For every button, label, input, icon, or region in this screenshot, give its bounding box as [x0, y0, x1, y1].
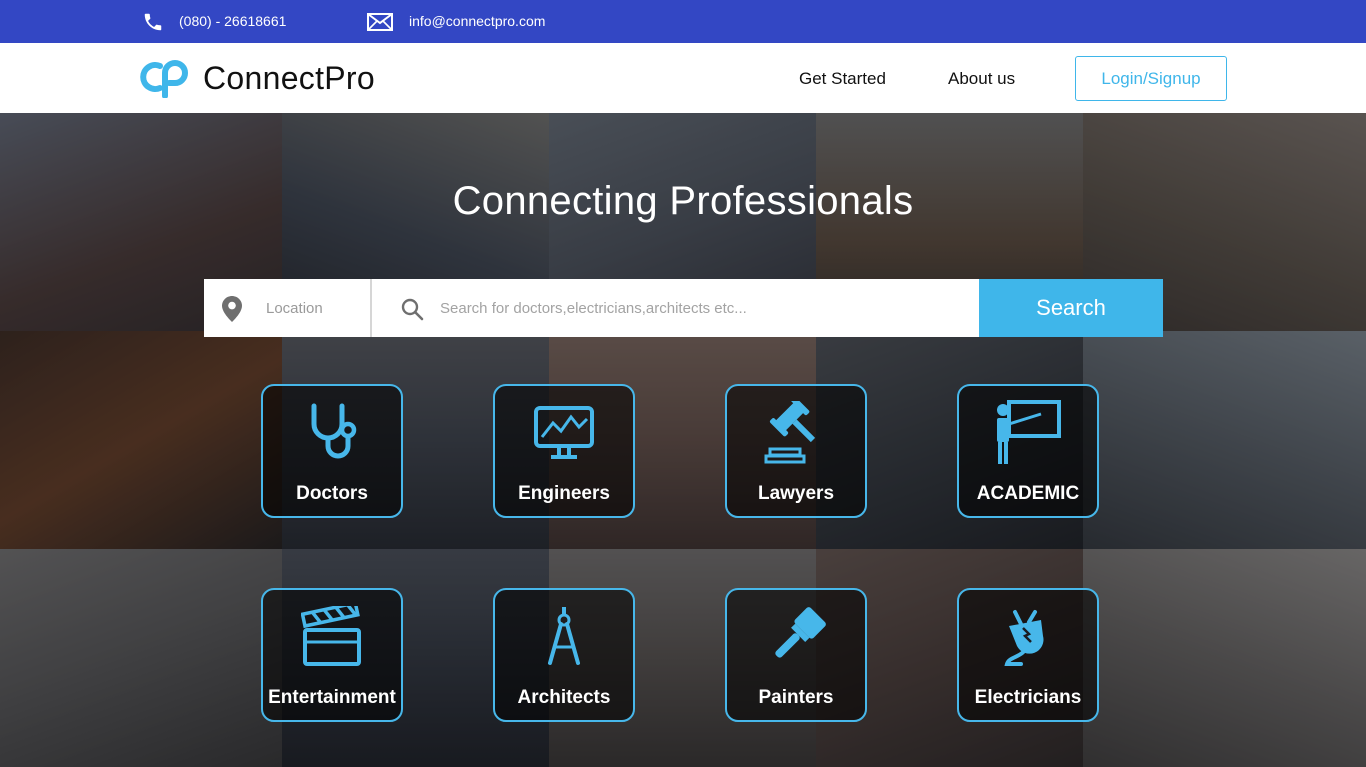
category-label: Engineers: [518, 483, 610, 504]
paintbrush-icon: [727, 604, 865, 670]
category-label: Doctors: [296, 483, 368, 504]
monitor-chart-icon: [495, 400, 633, 466]
teacher-board-icon: [959, 400, 1097, 466]
category-label: Electricians: [974, 687, 1082, 708]
category-card-academic[interactable]: ACADEMIC: [957, 384, 1099, 518]
site-header: ConnectPro Get Started About us Login/Si…: [0, 43, 1366, 113]
category-label: Entertainment: [268, 687, 396, 708]
hero-section: Connecting Professionals Search Doctors: [0, 113, 1366, 767]
search-field[interactable]: [372, 279, 992, 337]
category-label: Lawyers: [757, 483, 835, 504]
category-card-lawyers[interactable]: Lawyers: [725, 384, 867, 518]
email-address[interactable]: info@connectpro.com: [409, 13, 545, 29]
location-pin-icon: [222, 296, 242, 327]
plug-icon: [959, 604, 1097, 670]
location-field[interactable]: [204, 279, 388, 337]
category-card-entertainment[interactable]: Entertainment: [261, 588, 403, 722]
nav-get-started[interactable]: Get Started: [799, 69, 886, 89]
category-card-doctors[interactable]: Doctors: [261, 384, 403, 518]
brand-name[interactable]: ConnectPro: [203, 60, 375, 97]
hero-title: Connecting Professionals: [452, 179, 914, 223]
category-label: ACADEMIC: [976, 483, 1080, 504]
gavel-icon: [727, 400, 865, 466]
mail-icon: [367, 13, 393, 34]
category-card-engineers[interactable]: Engineers: [493, 384, 635, 518]
category-label: Architects: [517, 687, 611, 708]
search-button[interactable]: Search: [979, 279, 1163, 337]
phone-number: (080) - 26618661: [179, 13, 287, 29]
connectpro-logo-icon[interactable]: [138, 58, 188, 103]
nav-about-us[interactable]: About us: [948, 69, 1015, 89]
login-signup-button[interactable]: Login/Signup: [1075, 56, 1227, 101]
contact-bar: (080) - 26618661 info@connectpro.com: [0, 0, 1366, 43]
category-card-painters[interactable]: Painters: [725, 588, 867, 722]
clapperboard-icon: [263, 604, 401, 670]
search-input[interactable]: [428, 279, 992, 337]
category-card-architects[interactable]: Architects: [493, 588, 635, 722]
search-icon: [400, 297, 424, 326]
category-label: Painters: [758, 687, 834, 708]
stethoscope-icon: [263, 400, 401, 466]
phone-icon: [142, 11, 164, 36]
location-input[interactable]: [254, 279, 388, 337]
compass-icon: [495, 604, 633, 670]
category-card-electricians[interactable]: Electricians: [957, 588, 1099, 722]
